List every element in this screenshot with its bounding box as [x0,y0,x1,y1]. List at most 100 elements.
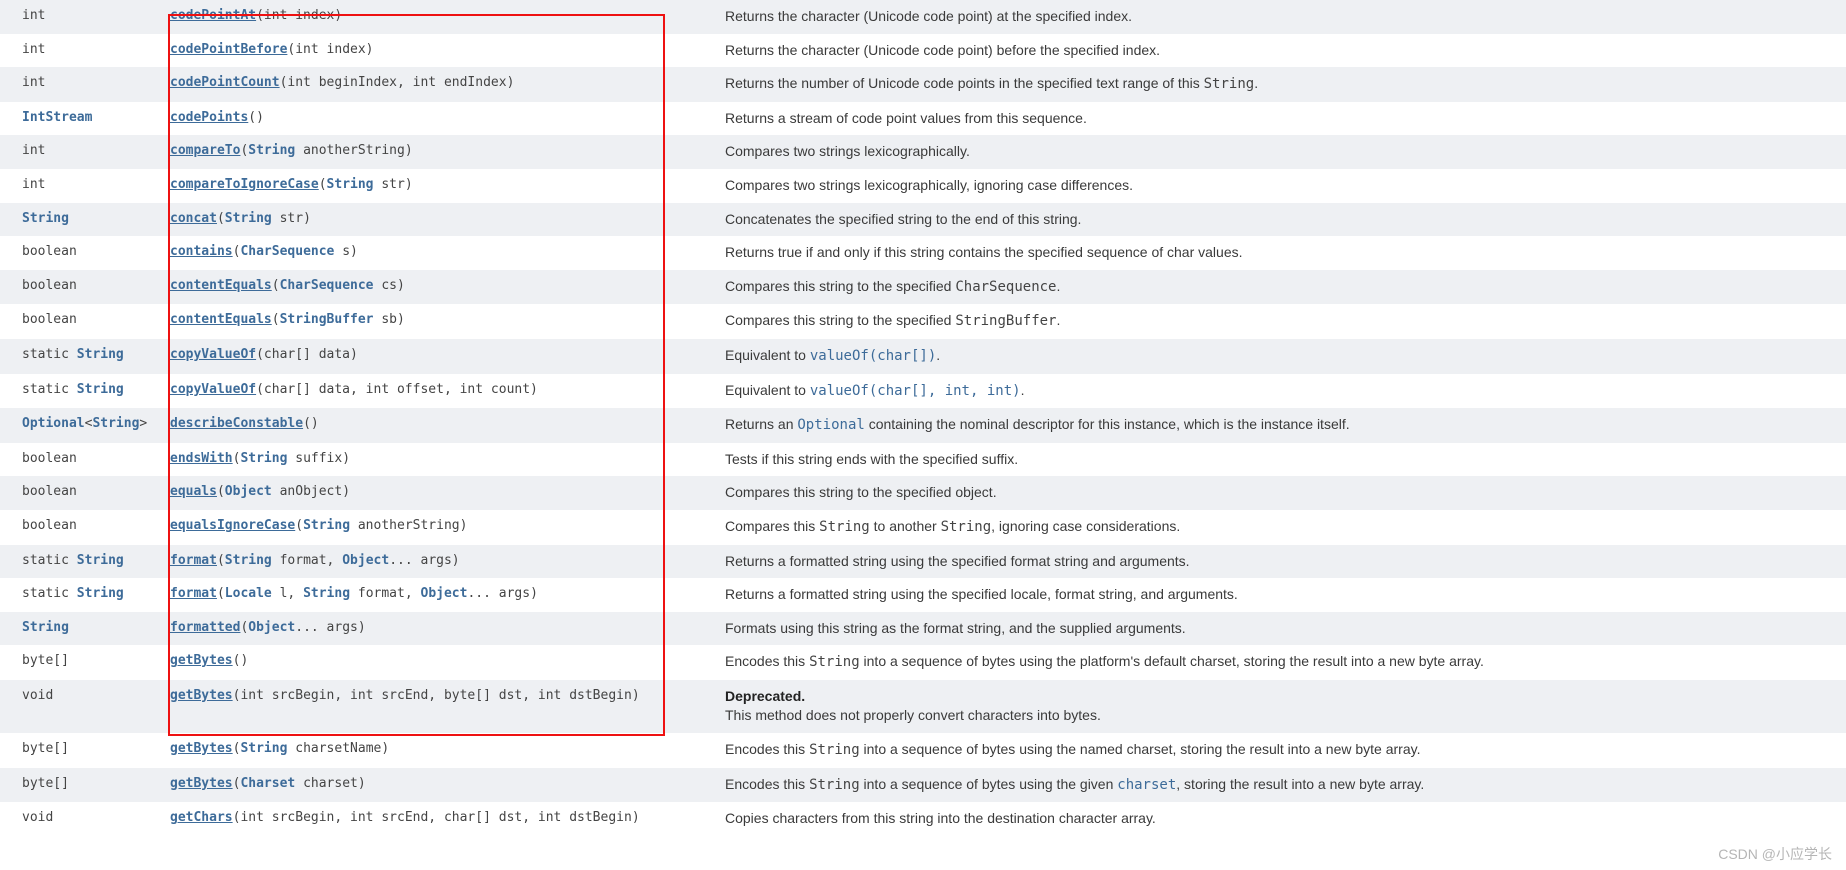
return-type-cell: String [0,203,160,237]
description-cell: Returns the character (Unicode code poin… [715,34,1846,68]
type-link[interactable]: String [240,741,287,756]
method-link[interactable]: contentEquals [170,278,272,293]
table-row: Stringconcat(String str)Concatenates the… [0,203,1846,237]
type-link[interactable]: String [77,553,124,568]
method-link[interactable]: copyValueOf [170,382,256,397]
table-row: byte[]getBytes(String charsetName)Encode… [0,733,1846,768]
type-link[interactable]: CharSequence [240,244,334,259]
method-link[interactable]: codePoints [170,110,248,125]
table-row: booleanequalsIgnoreCase(String anotherSt… [0,510,1846,545]
method-link[interactable]: getBytes [170,653,233,668]
type-link[interactable]: Object [225,484,272,499]
return-type-cell: byte[] [0,733,160,768]
type-link[interactable]: Optional [22,416,85,431]
description-cell: Formats using this string as the format … [715,612,1846,646]
type-link[interactable]: Locale [225,586,272,601]
type-link[interactable]: String [225,553,272,568]
method-link[interactable]: getBytes [170,741,233,756]
description-cell: Deprecated.This method does not properly… [715,680,1846,733]
method-link[interactable]: compareToIgnoreCase [170,177,319,192]
ref-link[interactable]: Optional [797,417,864,433]
type-link[interactable]: Object [421,586,468,601]
method-link[interactable]: getBytes [170,688,233,703]
type-link[interactable]: String [77,347,124,362]
method-link[interactable]: format [170,553,217,568]
ref-link[interactable]: charset [1117,777,1176,793]
method-link[interactable]: endsWith [170,451,233,466]
type-link[interactable]: String [240,451,287,466]
method-signature-cell: codePoints() [160,102,715,136]
type-link[interactable]: String [22,620,69,635]
type-link[interactable]: Object [248,620,295,635]
method-link[interactable]: compareTo [170,143,240,158]
method-link[interactable]: equals [170,484,217,499]
description-cell: Compares two strings lexicographically. [715,135,1846,169]
table-row: intcompareToIgnoreCase(String str)Compar… [0,169,1846,203]
return-type-cell: byte[] [0,645,160,680]
type-link[interactable]: StringBuffer [280,312,374,327]
method-signature-cell: describeConstable() [160,408,715,443]
table-row: byte[]getBytes(Charset charset)Encodes t… [0,768,1846,803]
method-link[interactable]: concat [170,211,217,226]
type-link[interactable]: IntStream [22,110,92,125]
return-type-cell: int [0,34,160,68]
table-row: intcodePointAt(int index)Returns the cha… [0,0,1846,34]
method-signature-cell: endsWith(String suffix) [160,443,715,477]
return-type-cell: void [0,680,160,733]
type-link[interactable]: CharSequence [280,278,374,293]
type-link[interactable]: String [77,586,124,601]
method-link[interactable]: contains [170,244,233,259]
method-signature-cell: equalsIgnoreCase(String anotherString) [160,510,715,545]
type-link[interactable]: String [92,416,139,431]
table-row: String formatted(Object... args)Formats u… [0,612,1846,646]
method-link[interactable]: contentEquals [170,312,272,327]
method-link[interactable]: getBytes [170,776,233,791]
description-cell: Returns the number of Unicode code point… [715,67,1846,102]
type-link[interactable]: String [303,586,350,601]
method-link[interactable]: getChars [170,810,233,825]
method-link[interactable]: describeConstable [170,416,303,431]
method-link[interactable]: codePointBefore [170,42,287,57]
method-signature-cell: getChars(int srcBegin, int srcEnd, char[… [160,802,715,836]
method-signature-cell: compareTo(String anotherString) [160,135,715,169]
type-link[interactable]: String [225,211,272,226]
method-signature-cell: contentEquals(StringBuffer sb) [160,304,715,339]
method-link[interactable]: copyValueOf [170,347,256,362]
ref-link[interactable]: valueOf(char[]) [810,348,936,364]
method-signature-cell: copyValueOf(char[] data, int offset, int… [160,374,715,409]
method-link[interactable]: formatted [170,620,240,635]
ref-link[interactable]: valueOf(char[], int, int) [810,383,1021,399]
method-link[interactable]: codePointAt [170,8,256,23]
description-cell: Returns a stream of code point values fr… [715,102,1846,136]
description-cell: Encodes this String into a sequence of b… [715,733,1846,768]
type-link[interactable]: Charset [240,776,295,791]
description-cell: Returns true if and only if this string … [715,236,1846,270]
return-type-cell: void [0,802,160,836]
type-link[interactable]: String [77,382,124,397]
description-cell: Concatenates the specified string to the… [715,203,1846,237]
description-cell: Compares this string to the specified St… [715,304,1846,339]
type-link[interactable]: Object [342,553,389,568]
type-link[interactable]: String [22,211,69,226]
type-link[interactable]: String [303,518,350,533]
table-row: static StringcopyValueOf(char[] data, in… [0,374,1846,409]
description-cell: Returns a formatted string using the spe… [715,578,1846,612]
table-row: byte[]getBytes()Encodes this String into… [0,645,1846,680]
return-type-cell: boolean [0,510,160,545]
description-cell: Copies characters from this string into … [715,802,1846,836]
table-row: booleanendsWith(String suffix)Tests if t… [0,443,1846,477]
method-link[interactable]: equalsIgnoreCase [170,518,295,533]
method-signature-cell: compareToIgnoreCase(String str) [160,169,715,203]
description-cell: Encodes this String into a sequence of b… [715,768,1846,803]
description-cell: Tests if this string ends with the speci… [715,443,1846,477]
table-row: intcodePointCount(int beginIndex, int en… [0,67,1846,102]
table-row: intcodePointBefore(int index)Returns the… [0,34,1846,68]
method-signature-cell: contains(CharSequence s) [160,236,715,270]
method-link[interactable]: codePointCount [170,75,280,90]
type-link[interactable]: String [248,143,295,158]
table-row: booleancontains(CharSequence s)Returns t… [0,236,1846,270]
type-link[interactable]: String [327,177,374,192]
description-cell: Returns a formatted string using the spe… [715,545,1846,579]
method-link[interactable]: format [170,586,217,601]
method-signature-cell: formatted(Object... args) [160,612,715,646]
